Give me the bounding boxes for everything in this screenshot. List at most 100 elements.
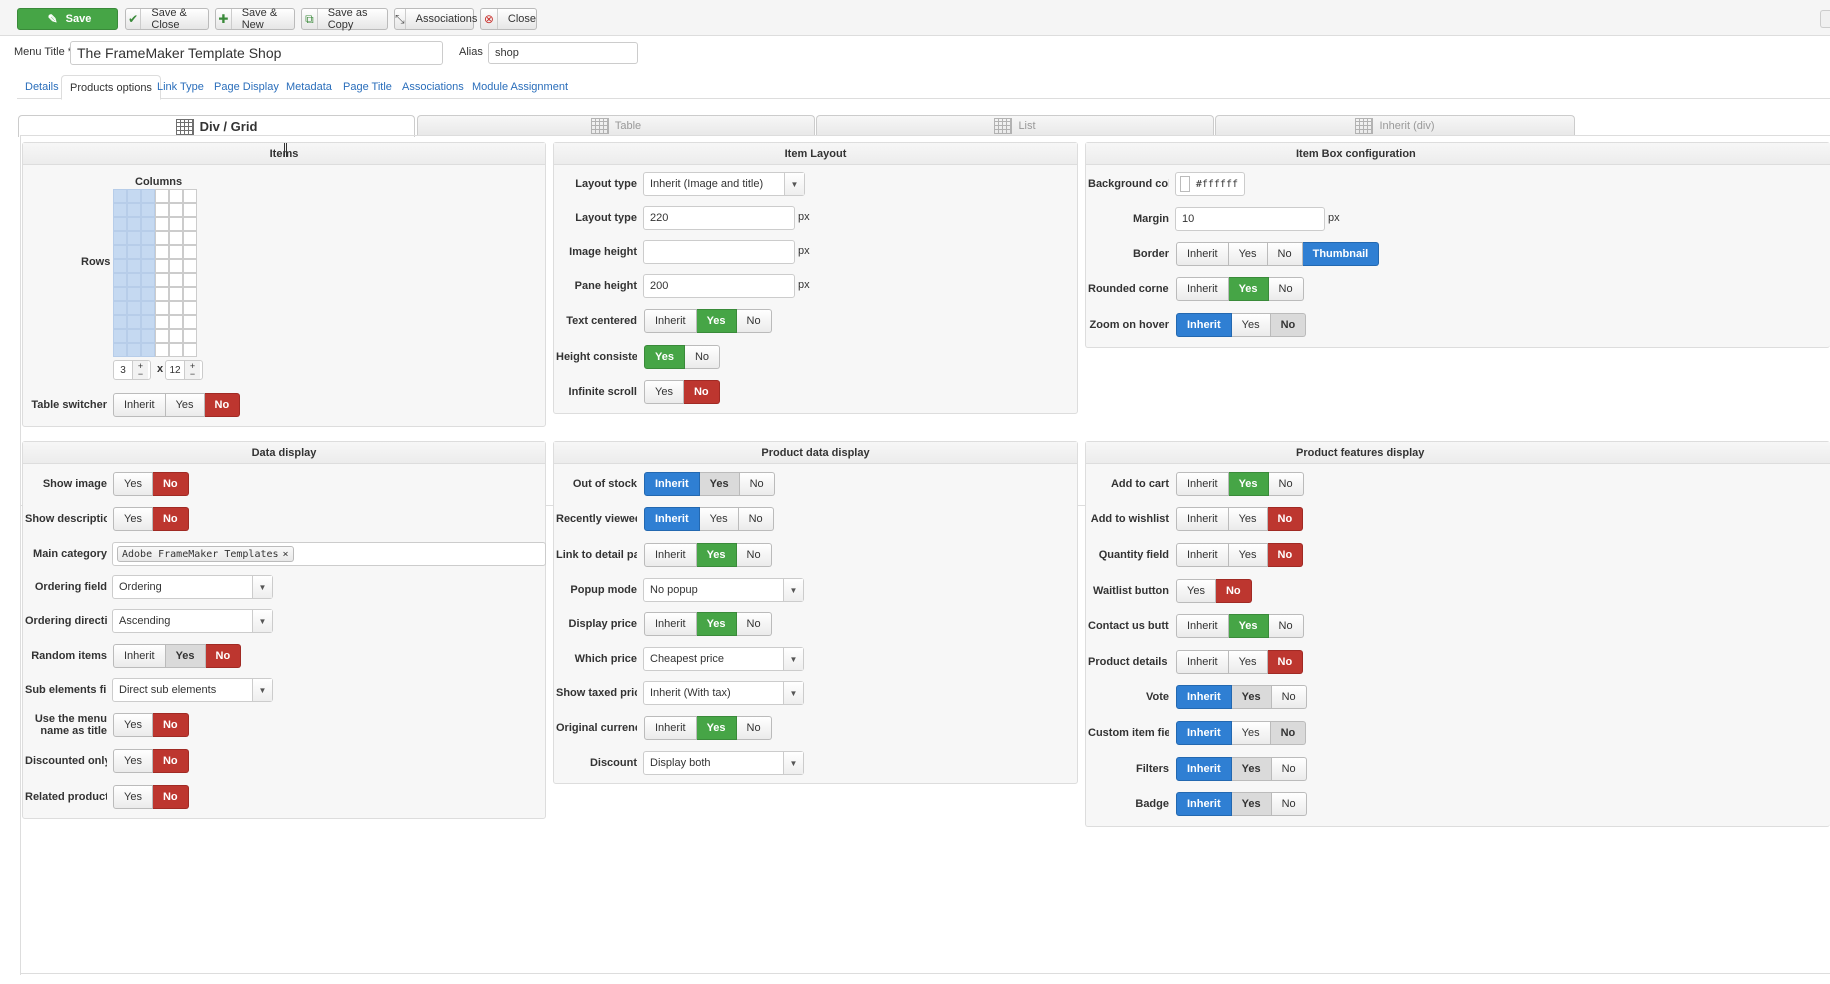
grid-cell[interactable] xyxy=(169,315,183,329)
grid-cell[interactable] xyxy=(169,245,183,259)
layout-tab-list[interactable]: List xyxy=(816,115,1214,136)
grid-cell[interactable] xyxy=(169,329,183,343)
grid-cell[interactable] xyxy=(169,189,183,203)
color-swatch[interactable] xyxy=(1180,176,1190,192)
option-no-button[interactable]: No xyxy=(736,543,772,567)
layout-tab-table[interactable]: Table xyxy=(417,115,815,136)
layout-tab-inherit[interactable]: Inherit (div) xyxy=(1215,115,1575,136)
margin-input[interactable]: 10 xyxy=(1175,207,1325,231)
grid-cell[interactable] xyxy=(183,189,197,203)
alias-input[interactable]: shop xyxy=(488,42,638,64)
ordering-field-select[interactable]: Ordering ▼ xyxy=(112,575,273,599)
tab-module-assignment[interactable]: Module Assignment xyxy=(464,75,576,99)
show-description-toggle[interactable]: Yes No xyxy=(113,507,189,531)
text-centered-toggle[interactable]: Inherit Yes No xyxy=(644,309,772,333)
option-no-button[interactable]: No xyxy=(1267,650,1304,674)
option-inherit-button[interactable]: Inherit xyxy=(113,393,166,417)
save-close-button[interactable]: ✔ Save & Close xyxy=(125,7,209,31)
option-inherit-button[interactable]: Inherit xyxy=(1176,685,1232,709)
associations-button[interactable]: ⤡ Associations xyxy=(394,8,477,30)
option-no-button[interactable]: No xyxy=(152,785,189,809)
grid-cell[interactable] xyxy=(183,329,197,343)
option-no-button[interactable]: No xyxy=(684,345,721,369)
grid-cell[interactable] xyxy=(127,217,141,231)
grid-cell[interactable] xyxy=(113,343,127,357)
tab-associations[interactable]: Associations xyxy=(394,75,472,99)
grid-cell[interactable] xyxy=(169,259,183,273)
remove-tag-icon[interactable]: × xyxy=(283,549,289,560)
grid-cell[interactable] xyxy=(183,231,197,245)
grid-cell[interactable] xyxy=(141,189,155,203)
option-yes-button[interactable]: Yes xyxy=(1231,313,1271,337)
option-yes-button[interactable]: Yes xyxy=(113,749,153,773)
grid-cell[interactable] xyxy=(127,329,141,343)
option-yes-button[interactable]: Yes xyxy=(644,380,684,404)
random-items-toggle[interactable]: Inherit Yes No xyxy=(113,644,242,668)
option-no-button[interactable]: No xyxy=(739,472,775,496)
option-inherit-button[interactable]: Inherit xyxy=(644,543,697,567)
grid-cell[interactable] xyxy=(127,259,141,273)
grid-cell[interactable] xyxy=(141,203,155,217)
grid-cell[interactable] xyxy=(141,231,155,245)
which-price-select[interactable]: Cheapest price ▼ xyxy=(643,647,804,671)
option-no-button[interactable]: No xyxy=(1268,277,1304,301)
layout-type-select[interactable]: Inherit (Image and title) ▼ xyxy=(643,172,805,196)
grid-cell[interactable] xyxy=(113,315,127,329)
grid-cell[interactable] xyxy=(183,287,197,301)
grid-cell[interactable] xyxy=(169,231,183,245)
option-yes-button[interactable]: Yes xyxy=(1228,472,1269,496)
option-no-button[interactable]: No xyxy=(1270,313,1307,337)
grid-cell[interactable] xyxy=(127,273,141,287)
option-inherit-button[interactable]: Inherit xyxy=(1176,614,1229,638)
grid-cell[interactable] xyxy=(127,203,141,217)
option-yes-button[interactable]: Yes xyxy=(113,472,153,496)
grid-cell[interactable] xyxy=(141,301,155,315)
option-no-button[interactable]: No xyxy=(683,380,720,404)
option-inherit-button[interactable]: Inherit xyxy=(1176,543,1229,567)
grid-cell[interactable] xyxy=(169,287,183,301)
option-inherit-button[interactable]: Inherit xyxy=(1176,721,1232,745)
option-yes-button[interactable]: Yes xyxy=(699,507,739,531)
option-no-button[interactable]: No xyxy=(1267,507,1304,531)
grid-cell[interactable] xyxy=(169,203,183,217)
option-no-button[interactable]: No xyxy=(1267,242,1303,266)
option-yes-button[interactable]: Yes xyxy=(1228,614,1269,638)
grid-cell[interactable] xyxy=(155,343,169,357)
recently-viewed-toggle[interactable]: Inherit Yes No xyxy=(644,507,774,531)
grid-cell[interactable] xyxy=(141,343,155,357)
grid-cell[interactable] xyxy=(155,259,169,273)
option-inherit-button[interactable]: Inherit xyxy=(113,644,166,668)
option-inherit-button[interactable]: Inherit xyxy=(1176,313,1232,337)
option-yes-button[interactable]: Yes xyxy=(1228,277,1269,301)
grid-cell[interactable] xyxy=(155,273,169,287)
zoom-on-hover-toggle[interactable]: Inherit Yes No xyxy=(1176,313,1307,337)
option-inherit-button[interactable]: Inherit xyxy=(1176,757,1232,781)
grid-cell[interactable] xyxy=(169,301,183,315)
badge-toggle[interactable]: Inherit Yes No xyxy=(1176,792,1307,816)
option-yes-button[interactable]: Yes xyxy=(644,345,685,369)
tab-products-options[interactable]: Products options xyxy=(61,75,161,100)
tab-link-type[interactable]: Link Type xyxy=(149,75,212,99)
grid-cell[interactable] xyxy=(113,203,127,217)
grid-cell[interactable] xyxy=(113,329,127,343)
grid-cell[interactable] xyxy=(113,245,127,259)
option-yes-button[interactable]: Yes xyxy=(1228,543,1268,567)
option-inherit-button[interactable]: Inherit xyxy=(644,612,697,636)
option-yes-button[interactable]: Yes xyxy=(113,507,153,531)
option-no-button[interactable]: No xyxy=(736,309,772,333)
image-height-input[interactable] xyxy=(643,240,795,264)
option-yes-button[interactable]: Yes xyxy=(113,785,153,809)
grid-cell[interactable] xyxy=(113,259,127,273)
option-yes-button[interactable]: Yes xyxy=(165,393,205,417)
grid-cell[interactable] xyxy=(127,343,141,357)
option-inherit-button[interactable]: Inherit xyxy=(644,309,697,333)
grid-cell[interactable] xyxy=(155,189,169,203)
waitlist-button-toggle[interactable]: Yes No xyxy=(1176,579,1252,603)
stepper-arrows-icon[interactable]: + − xyxy=(184,361,200,379)
option-no-button[interactable]: No xyxy=(152,713,189,737)
grid-cell[interactable] xyxy=(183,273,197,287)
popup-mode-select[interactable]: No popup ▼ xyxy=(643,578,804,602)
option-yes-button[interactable]: Yes xyxy=(1228,507,1268,531)
grid-cell[interactable] xyxy=(141,245,155,259)
use-menu-name-toggle[interactable]: Yes No xyxy=(113,713,189,737)
